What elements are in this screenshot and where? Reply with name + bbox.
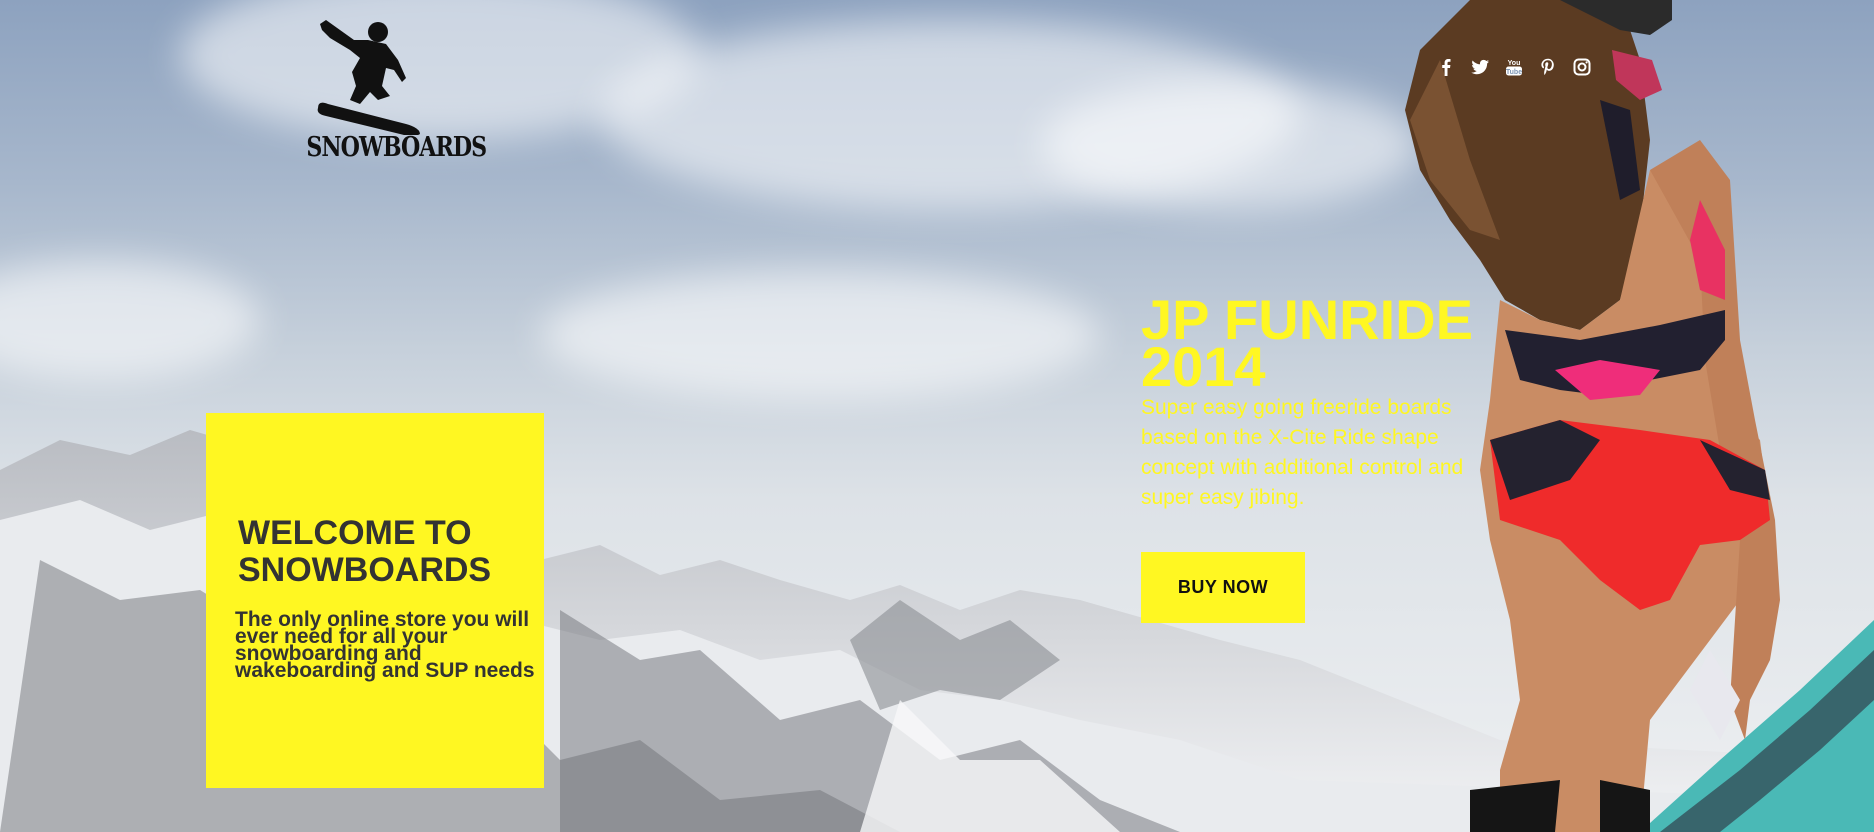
snowboarder-logo-icon — [317, 20, 420, 135]
instagram-icon[interactable] — [1572, 57, 1592, 77]
pinterest-icon[interactable] — [1538, 57, 1558, 77]
welcome-title: WELCOME TO SNOWBOARDS — [238, 514, 492, 589]
facebook-icon[interactable] — [1436, 57, 1456, 77]
svg-text:You: You — [1508, 60, 1521, 67]
svg-text:Tube: Tube — [1506, 69, 1522, 76]
promo-title: JP FUNRIDE 2014 — [1141, 288, 1473, 398]
social-links: You Tube — [1436, 55, 1592, 79]
welcome-panel: WELCOME TO SNOWBOARDS The only online st… — [206, 413, 544, 788]
youtube-icon[interactable]: You Tube — [1504, 57, 1524, 77]
twitter-icon[interactable] — [1470, 57, 1490, 77]
welcome-text: The only online store you will ever need… — [235, 608, 535, 682]
brand-logo[interactable]: SNOWBOARDS — [292, 20, 487, 165]
logo-text: SNOWBOARDS — [306, 132, 487, 163]
promo-description: Super easy going freeride boards based o… — [1141, 396, 1464, 509]
buy-now-button[interactable]: BUY NOW — [1141, 552, 1305, 623]
